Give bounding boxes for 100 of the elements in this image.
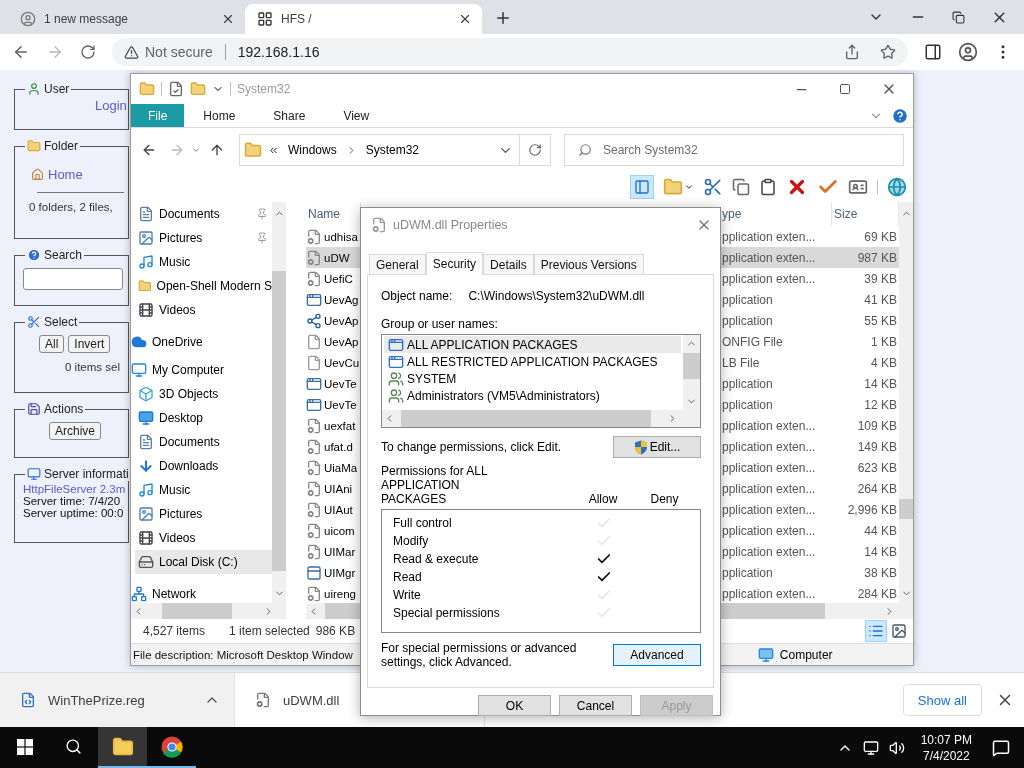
nav-item[interactable]: Documents (131, 202, 272, 226)
back-icon[interactable] (12, 43, 30, 61)
refresh-icon[interactable] (528, 143, 542, 157)
user-row[interactable]: Administrators (VM5\Administrators) (384, 387, 681, 404)
file-entry[interactable]: UevAp (306, 331, 361, 352)
nav-item[interactable]: Local Disk (C:) (135, 550, 272, 574)
scroll-thumb[interactable] (683, 353, 700, 379)
login-link[interactable]: Login (95, 98, 127, 113)
action-button[interactable]: Archive (49, 422, 101, 440)
advanced-button[interactable]: Advanced (613, 644, 701, 666)
address-field[interactable]: Windows System32 (239, 134, 551, 166)
close-icon[interactable] (458, 12, 472, 26)
details-view-button[interactable] (865, 620, 887, 642)
up-icon[interactable] (209, 142, 225, 158)
dialog-button[interactable]: OK (478, 695, 551, 716)
select-option-button[interactable]: All (39, 335, 65, 353)
file-entry[interactable]: UevCu (306, 352, 361, 373)
browser-tab[interactable]: HFS / (245, 4, 482, 34)
scroll-thumb[interactable] (272, 271, 286, 571)
scroll-thumb[interactable] (401, 410, 651, 427)
notification-icon[interactable] (992, 738, 1010, 757)
horizontal-scrollbar[interactable] (382, 410, 700, 427)
file-entry[interactable]: UIAut (306, 499, 361, 520)
maximize-icon[interactable] (839, 83, 851, 95)
nav-item[interactable]: Music (131, 478, 272, 502)
file-details[interactable]: pplication exten... 284 KB (720, 583, 899, 604)
file-entry[interactable]: uicom (306, 520, 361, 541)
pin-icon[interactable] (256, 208, 268, 220)
file-details[interactable]: pplication 14 KB (720, 373, 899, 394)
nav-item[interactable]: Pictures (131, 226, 272, 250)
dropdown-icon[interactable] (684, 182, 694, 192)
file-entry[interactable]: udhisa (306, 226, 361, 247)
dialog-tab[interactable]: Previous Versions (533, 254, 644, 274)
ribbon-tab[interactable]: View (324, 104, 389, 127)
ribbon-tab[interactable]: Home (184, 104, 255, 127)
nav-item[interactable]: Videos (131, 526, 272, 550)
help-icon[interactable] (891, 106, 909, 125)
globe-icon[interactable] (887, 177, 907, 197)
share-icon[interactable] (844, 44, 860, 60)
search-field[interactable] (23, 268, 123, 290)
horizontal-scrollbar[interactable] (131, 603, 286, 619)
file-details[interactable]: pplication exten... 44 KB (720, 520, 899, 541)
file-details[interactable]: pplication 41 KB (720, 289, 899, 310)
star-icon[interactable] (880, 44, 896, 60)
nav-item[interactable]: Documents (131, 430, 272, 454)
vertical-scrollbar[interactable] (683, 335, 700, 410)
scroll-thumb[interactable] (899, 499, 913, 519)
nav-item[interactable]: Music (131, 250, 272, 274)
file-entry[interactable]: UevTe (306, 394, 361, 415)
file-details[interactable]: pplication exten... 2,996 KB (720, 499, 899, 520)
file-entry[interactable]: uireng (306, 583, 361, 604)
back-icon[interactable] (141, 142, 157, 158)
file-entry[interactable]: uexfat (306, 415, 361, 436)
nav-item[interactable]: 3D Objects (131, 382, 272, 406)
file-entry[interactable]: UevTe (306, 373, 361, 394)
scroll-thumb[interactable] (162, 603, 232, 619)
file-details[interactable]: pplication 55 KB (720, 310, 899, 331)
home-link[interactable]: Home (31, 167, 83, 182)
file-details[interactable]: pplication exten... 623 KB (720, 457, 899, 478)
pin-icon[interactable] (256, 232, 268, 244)
file-entry[interactable]: uDW (306, 247, 361, 268)
address-bar[interactable]: Not secure 192.168.1.16 (112, 38, 908, 66)
new-tab-icon[interactable] (494, 9, 512, 27)
checklist-icon[interactable] (168, 81, 184, 97)
side-panel-icon[interactable] (924, 43, 942, 61)
nav-item[interactable]: Network (131, 582, 272, 603)
restore-icon[interactable] (952, 10, 965, 24)
show-all-button[interactable]: Show all (902, 684, 982, 716)
clock[interactable]: 10:07 PM 7/4/2022 (920, 731, 972, 764)
file-details[interactable]: LB File 4 KB (720, 352, 899, 373)
file-details[interactable]: pplication exten... 109 KB (720, 415, 899, 436)
nav-item[interactable]: OneDrive (131, 330, 272, 354)
windows-logo-icon[interactable] (16, 738, 33, 755)
file-details[interactable]: ONFIG File 1 KB (720, 331, 899, 352)
volume-icon[interactable] (888, 739, 905, 756)
dialog-button[interactable]: Cancel (559, 695, 632, 716)
file-entry[interactable]: UevAp (306, 310, 361, 331)
file-entry[interactable]: UIMgr (306, 562, 361, 583)
edit-button[interactable]: Edit... (613, 436, 701, 458)
view-pane-button[interactable] (630, 175, 654, 199)
user-row[interactable]: SYSTEM (384, 370, 681, 387)
search-icon[interactable] (65, 738, 82, 755)
clipboard-icon[interactable] (759, 178, 777, 196)
download-item[interactable]: WinThePrize.reg (0, 673, 235, 727)
breadcrumb[interactable]: Windows (285, 143, 340, 157)
cut-icon[interactable] (703, 177, 723, 197)
reload-icon[interactable] (80, 44, 96, 60)
file-details[interactable]: pplication exten... 14 KB (720, 541, 899, 562)
file-details[interactable]: pplication exten... 149 KB (720, 436, 899, 457)
dialog-tab[interactable]: Details (483, 254, 534, 274)
nav-item[interactable]: Downloads (131, 454, 272, 478)
breadcrumb[interactable]: System32 (362, 143, 423, 157)
file-entry[interactable]: UIAni (306, 478, 361, 499)
copy-icon[interactable] (732, 178, 750, 196)
card-icon[interactable] (848, 177, 868, 197)
file-details[interactable]: pplication exten... 264 KB (720, 478, 899, 499)
file-entry[interactable]: UefiC (306, 268, 361, 289)
vertical-scrollbar[interactable] (272, 202, 286, 603)
dialog-tab[interactable]: Security (425, 252, 484, 275)
file-entry[interactable]: UiaMa (306, 457, 361, 478)
